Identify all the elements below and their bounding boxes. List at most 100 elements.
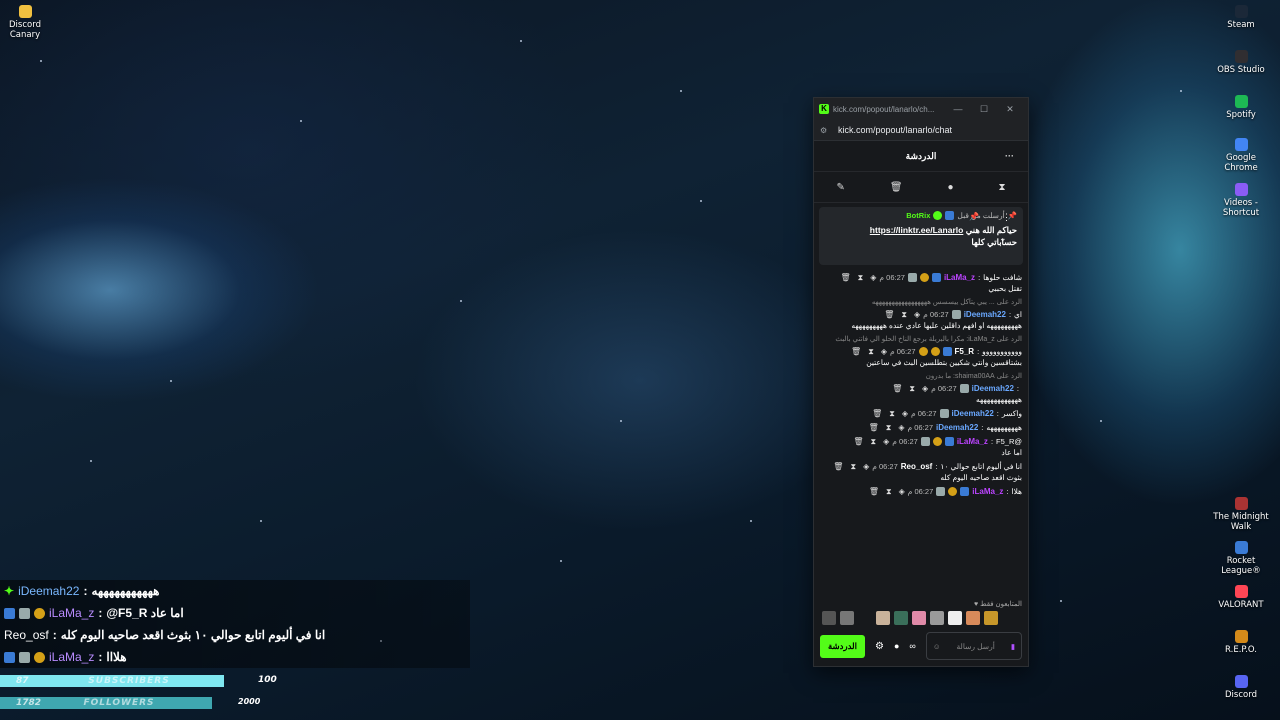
trash-icon[interactable]: 🗑 [869, 486, 879, 497]
maximize-icon[interactable]: ☐ [971, 104, 997, 115]
chat-message[interactable]: هههههههههه: iDeemah22 06:27 م 🗑 ⧗ ◈ [820, 422, 1022, 433]
username[interactable]: iLaMa_z [957, 436, 988, 447]
hourglass-icon[interactable]: ⧗ [901, 309, 907, 320]
hourglass-icon[interactable]: ⧗ [868, 346, 874, 357]
hourglass-icon[interactable]: ⧗ [909, 383, 915, 394]
chat-bubble-small-icon[interactable]: ● [894, 641, 899, 651]
shield-icon[interactable]: ◈ [870, 272, 876, 283]
shield-icon[interactable]: ◈ [914, 309, 920, 320]
desktop-shortcut[interactable]: Discord [1210, 675, 1272, 700]
shield-icon[interactable]: ◈ [863, 461, 869, 472]
shield-icon[interactable]: ◈ [898, 422, 904, 433]
username[interactable]: Reo_osf [901, 461, 933, 472]
username[interactable]: iLaMa_z [944, 272, 975, 283]
emote-icon[interactable] [840, 611, 854, 625]
chat-message[interactable]: انا في أليوم اتابع حوالي ١٠: Reo_osf 06:27… [820, 461, 1022, 483]
reply-context[interactable]: الرد على shaima00AA: ما بدرون [820, 372, 1022, 380]
address-bar[interactable]: ⚙ kick.com/popout/lanarlo/chat [814, 120, 1028, 141]
desktop-shortcut[interactable]: Spotify [1210, 95, 1272, 120]
close-icon[interactable]: ✕ [997, 104, 1023, 115]
rocket-league-icon [1234, 541, 1248, 554]
desktop-shortcut[interactable]: Videos - Shortcut [1210, 183, 1272, 218]
trash-icon[interactable]: 🗑 [884, 309, 894, 320]
username[interactable]: iDeemah22 [972, 383, 1014, 394]
shield-icon[interactable]: ◈ [899, 486, 905, 497]
hourglass-icon[interactable]: ⧗ [871, 436, 877, 447]
trash-icon[interactable]: 🗑 [833, 461, 843, 472]
hourglass-icon[interactable]: ⧗ [998, 182, 1005, 193]
shield-icon[interactable]: ◈ [922, 383, 928, 394]
gift-badge-icon [34, 651, 45, 663]
pinned-link[interactable]: https://linktr.ee/Lanarlo [870, 225, 964, 235]
emote-icon[interactable] [966, 611, 980, 625]
username[interactable]: iLaMa_z [972, 486, 1003, 497]
unpin-icon[interactable]: 📌 [969, 212, 979, 221]
chat-message[interactable]: شافت حلوها: iLaMa_z 06:27 م 🗑 ⧗ ◈ تقتل بحببي [820, 272, 1022, 294]
shield-icon[interactable]: ◈ [883, 436, 889, 447]
chat-bubble-icon[interactable]: ● [947, 182, 953, 193]
message-text: هلاا [1011, 487, 1022, 496]
message-input[interactable]: ☺ أرسل رسالة ▮ [925, 632, 1022, 660]
desktop-shortcut[interactable]: Google Chrome [1210, 138, 1272, 173]
emote-icon[interactable] [912, 611, 926, 625]
trash-icon[interactable]: 🗑 [851, 346, 861, 357]
site-settings-icon[interactable]: ⚙ [820, 126, 832, 135]
hourglass-icon[interactable]: ⧗ [886, 486, 892, 497]
gift2-badge-icon [918, 347, 928, 356]
chat-message[interactable]: اي: iDeemah22 06:27 م 🗑 ⧗ ◈ هههههههههه او افهم… [820, 309, 1022, 331]
emoji-icon[interactable]: ☺ [933, 642, 941, 651]
share-icon[interactable]: ∞ [909, 641, 915, 651]
desktop-shortcut[interactable]: The Midnight Walk [1210, 497, 1272, 532]
desktop-shortcut[interactable]: R.E.P.O. [1210, 630, 1272, 655]
chat-header: الدردشة ··· [814, 141, 1028, 172]
chat-message[interactable]: ووووووووووو: F5_R 06:27 م 🗑 ⧗ ◈ بشتاقسين وانتي… [820, 346, 1022, 368]
desktop-shortcut[interactable]: Steam [1210, 5, 1272, 30]
pin-tool-icon[interactable]: ✎ [836, 182, 844, 193]
stream-chat-overlay: ✦ iDeemah22: هههههههههههه iLaMa_z: @F5_R اما… [0, 580, 470, 668]
more-options-icon[interactable]: ··· [1005, 151, 1014, 161]
emote-icon[interactable] [984, 611, 998, 625]
username[interactable]: iDeemah22 [952, 408, 994, 419]
emote-icon[interactable] [822, 611, 836, 625]
window-titlebar[interactable]: K kick.com/popout/lanarlo/ch... — ☐ ✕ [814, 98, 1028, 120]
pinned-menu-icon[interactable]: ⋮ [1002, 212, 1011, 223]
username[interactable]: iDeemah22 [964, 309, 1006, 320]
username[interactable]: F5_R [955, 346, 975, 357]
emote-icon[interactable] [948, 611, 962, 625]
emote-icon[interactable] [876, 611, 890, 625]
reply-context[interactable]: الرد على ... يبي يتآكل ييسسس ههههههههههه… [820, 298, 1022, 306]
trash-icon[interactable]: 🗑 [869, 422, 879, 433]
desktop-shortcut[interactable]: VALORANT [1210, 585, 1272, 610]
mic-icon[interactable]: ▮ [1011, 642, 1015, 651]
username[interactable]: iDeemah22 [936, 422, 978, 433]
emote-icon[interactable] [930, 611, 944, 625]
trash-icon[interactable]: 🗑 [872, 408, 882, 419]
chat-message[interactable]: : iDeemah22 06:27 م 🗑 ⧗ ◈ ههههههههههههه [820, 383, 1022, 405]
message-text: شافت حلوها [983, 273, 1022, 282]
hourglass-icon[interactable]: ⧗ [886, 422, 892, 433]
trash-icon[interactable]: 🗑 [890, 182, 903, 193]
shield-icon[interactable]: ◈ [881, 346, 887, 357]
hourglass-icon[interactable]: ⧗ [850, 461, 856, 472]
chat-message[interactable]: واكسر: iDeemah22 06:27 م 🗑 ⧗ ◈ [820, 408, 1022, 419]
message-list[interactable]: شافت حلوها: iLaMa_z 06:27 م 🗑 ⧗ ◈ تقتل بحببي ال… [814, 269, 1028, 591]
chat-message[interactable]: @F5_R: iLaMa_z 06:27 م 🗑 ⧗ ◈ اما عاد [820, 436, 1022, 458]
kick-chat-window[interactable]: K kick.com/popout/lanarlo/ch... — ☐ ✕ ⚙ … [813, 97, 1029, 667]
chat-message[interactable]: هلاا: iLaMa_z 06:27 م 🗑 ⧗ ◈ [820, 486, 1022, 497]
reply-context[interactable]: الرد على iLaMa_z: مكرا بالبريلة برجع الن… [820, 335, 1022, 343]
desktop-shortcut[interactable]: Rocket League® [1210, 541, 1272, 576]
trash-icon[interactable]: 🗑 [892, 383, 902, 394]
emote-icon[interactable] [894, 611, 908, 625]
hourglass-icon[interactable]: ⧗ [889, 408, 895, 419]
desktop-shortcut[interactable]: Discord Canary [0, 5, 56, 40]
send-chat-button[interactable]: الدردشة [820, 634, 865, 658]
trash-icon[interactable]: 🗑 [853, 436, 863, 447]
settings-icon[interactable]: ⚙ [875, 641, 884, 652]
shield-icon[interactable]: ◈ [902, 408, 908, 419]
desktop-shortcut[interactable]: OBS Studio [1210, 50, 1272, 75]
minimize-icon[interactable]: — [945, 104, 971, 114]
hourglass-icon[interactable]: ⧗ [858, 272, 864, 283]
trash-icon[interactable]: 🗑 [840, 272, 850, 283]
pinned-message[interactable]: 📌 أرسلت من قبل BotRix حياكم الله هني htt… [819, 207, 1023, 265]
chevron-down-icon[interactable]: ⌄ [999, 233, 1007, 244]
